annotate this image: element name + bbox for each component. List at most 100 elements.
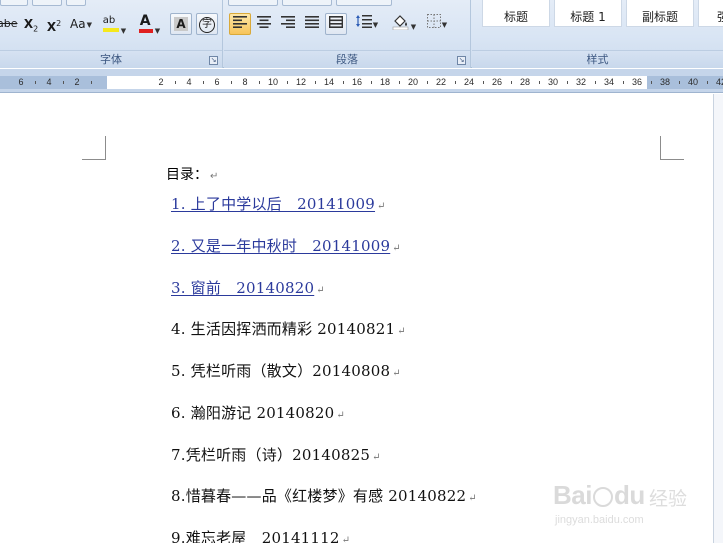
paragraph-group: ▼ ▼ ▼ 段落 ↘: [224, 0, 471, 68]
style-strong[interactable]: 强: [698, 0, 723, 27]
ruler-number: 22: [435, 77, 447, 87]
font-dialog-launcher-icon[interactable]: ↘: [209, 56, 218, 65]
grow-font-button-edge[interactable]: [66, 0, 86, 6]
ruler-number: 24: [463, 77, 475, 87]
ruler-tick: [175, 81, 176, 84]
chevron-down-icon: ▼: [120, 26, 127, 35]
subscript-button[interactable]: X2: [20, 13, 42, 35]
font-name-box-edge[interactable]: [0, 0, 28, 6]
toc-item-5: 5. 凭栏听雨（散文）20140808 ↵: [171, 360, 401, 381]
align-center-button[interactable]: [253, 13, 275, 35]
toc-item-text: 1. 上了中学以后 20141009: [171, 195, 376, 213]
multilevel-button-edge[interactable]: [336, 0, 392, 6]
ruler-tick: [483, 81, 484, 84]
ruler-tick: [595, 81, 596, 84]
line-spacing-icon: [355, 15, 372, 28]
ruler-tick: [539, 81, 540, 84]
paragraph-mark: ↵: [392, 243, 401, 254]
bullets-button-edge[interactable]: [228, 0, 278, 6]
ruler-number: 2: [74, 77, 80, 87]
paragraph-mark: ↵: [397, 326, 406, 337]
ruler-number: 28: [519, 77, 531, 87]
font-color-icon: A: [138, 13, 154, 34]
style-title[interactable]: 标题: [482, 0, 550, 27]
chevron-down-icon: ▼: [441, 20, 448, 29]
paragraph-mark: ↵: [316, 285, 325, 296]
toc-heading-text: 目录：: [166, 167, 208, 183]
ruler-tick: [203, 81, 204, 84]
ruler-tick: [91, 81, 92, 84]
ruler-number: 40: [687, 77, 699, 87]
align-right-icon: [281, 16, 295, 28]
line-spacing-button[interactable]: ▼: [352, 13, 382, 35]
font-color-button[interactable]: A ▼: [133, 13, 165, 35]
horizontal-ruler[interactable]: 6 4 2 2 4 6 8 10 12 14 16 18 20 22 24 26 28 30 32 34 36 38 40 4…: [0, 69, 723, 162]
toc-item-text: 9.难忘老屋 20141112: [171, 529, 340, 543]
chevron-down-icon: ▼: [154, 26, 161, 35]
chevron-down-icon: ▼: [86, 20, 92, 29]
ruler-number: 12: [295, 77, 307, 87]
ruler-number: 26: [491, 77, 503, 87]
distributed-align-button[interactable]: [325, 13, 347, 35]
font-size-box-edge[interactable]: [32, 0, 62, 6]
character-shading-label: A: [174, 17, 188, 31]
toc-item-text: 7.凭栏听雨（诗）20140825: [171, 446, 371, 464]
chevron-down-icon: ▼: [410, 22, 417, 31]
paragraph-group-label: 段落: [224, 50, 470, 68]
ruler-number: 8: [242, 77, 248, 87]
paragraph-dialog-launcher-icon[interactable]: ↘: [457, 56, 466, 65]
watermark-brand-text: Bai: [553, 480, 592, 510]
toc-heading: 目录： ↵: [166, 164, 218, 184]
ruler-tick: [63, 81, 64, 84]
align-right-button[interactable]: [277, 13, 299, 35]
numbering-button-edge[interactable]: [282, 0, 332, 6]
ruler-tick: [399, 81, 400, 84]
justify-icon: [305, 16, 319, 28]
paragraph-mark: ↵: [468, 493, 477, 504]
toc-item-3[interactable]: 3. 窗前 20140820 ↵: [171, 277, 325, 298]
chevron-down-icon: ▼: [372, 20, 379, 29]
paragraph-mark: ↵: [377, 201, 386, 212]
superscript-button[interactable]: X2: [43, 13, 65, 35]
highlight-button[interactable]: ab ▼: [98, 13, 130, 35]
watermark-brand-suffix: du: [613, 480, 645, 510]
character-shading-button[interactable]: A: [170, 13, 192, 35]
ruler-number: 14: [323, 77, 335, 87]
ruler-number: 16: [351, 77, 363, 87]
watermark-brand: Bai du: [553, 480, 645, 511]
ruler-tick: [343, 81, 344, 84]
align-left-button[interactable]: [229, 13, 251, 35]
paragraph-mark: ↵: [392, 368, 401, 379]
ruler-tick: [315, 81, 316, 84]
toc-item-4: 4. 生活因挥洒而精彩 20140821 ↵: [171, 318, 406, 339]
toc-item-text: 6. 瀚阳游记 20140820: [171, 404, 335, 422]
highlighter-icon: ab: [102, 14, 120, 34]
ruler-tick: [511, 81, 512, 84]
enclose-characters-label: 字: [202, 18, 212, 30]
vertical-scrollbar[interactable]: [713, 94, 723, 543]
toc-item-text: 2. 又是一年中秋时 20141009: [171, 237, 391, 255]
change-case-button[interactable]: Aa▼: [66, 13, 96, 35]
font-color-label: A: [139, 13, 151, 29]
style-heading-1-label: 标题 1: [570, 10, 606, 24]
strikethrough-button[interactable]: abe: [0, 13, 18, 35]
enclose-characters-button[interactable]: 字: [196, 13, 218, 35]
toc-item-9: 9.难忘老屋 20141112 ↵: [171, 527, 350, 543]
watermark-url: jingyan.baidu.com: [555, 514, 644, 526]
paragraph-shading-button[interactable]: ▼: [387, 13, 421, 35]
borders-button[interactable]: ▼: [421, 13, 453, 35]
toc-item-1[interactable]: 1. 上了中学以后 20141009 ↵: [171, 193, 386, 214]
toc-item-text: 5. 凭栏听雨（散文）20140808: [171, 362, 391, 380]
justify-button[interactable]: [301, 13, 323, 35]
ruler-number: 36: [631, 77, 643, 87]
ruler-tick: [427, 81, 428, 84]
borders-icon: [426, 14, 441, 28]
ruler-tick: [455, 81, 456, 84]
superscript-mark: 2: [56, 19, 62, 28]
ruler-number: 6: [18, 77, 24, 87]
style-heading-1[interactable]: 标题 1: [554, 0, 622, 27]
style-subtitle[interactable]: 副标题: [626, 0, 694, 27]
toc-item-2[interactable]: 2. 又是一年中秋时 20141009 ↵: [171, 235, 401, 256]
distributed-align-icon: [329, 16, 343, 28]
paint-bucket-icon: [392, 15, 409, 31]
